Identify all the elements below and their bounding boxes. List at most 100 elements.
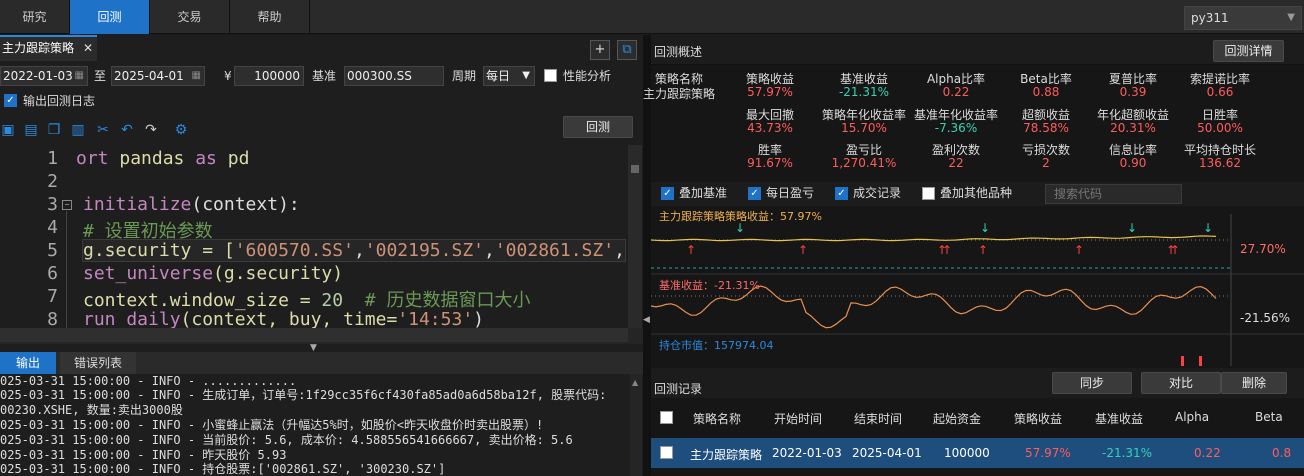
col-header[interactable]: 策略收益 [1014,410,1062,427]
currency-symbol: ¥ [224,69,232,83]
paste-icon[interactable]: ▥ [70,122,86,138]
env-value: py311 [1191,11,1229,25]
capital-input[interactable]: 100000 [234,66,304,86]
frequency-label: 周期 [452,69,477,83]
copy-icon[interactable]: ❐ [46,122,62,138]
metrics-grid: 策略名称 主力跟踪策略 策略收益 57.97% 基准收益 -21.31% Alpha比率… [643,66,1304,182]
metric-value: 22 [948,156,964,170]
code-search-input[interactable]: 搜索代码 [1045,184,1182,204]
overview-title: 回测概述 [654,45,703,59]
code-token: '14:53' [397,309,474,328]
position-bar [1199,356,1202,366]
line-number: 6 [47,263,58,284]
tab-research[interactable]: 研究 [0,0,70,34]
line-number: 4 [47,217,58,238]
save-as-icon[interactable]: ▤ [23,122,39,138]
tab-help[interactable]: 帮助 [230,0,310,34]
metric-value: 1,270.41% [831,156,897,170]
log-line: 025-03-31 15:00:00 - INFO - 当前股价: 5.6, 成… [0,433,573,447]
trade-records-checkbox[interactable]: ✓ [835,187,848,200]
metric-value: 50.00% [1197,121,1243,135]
strategy-name-value: 主力跟踪策略 [642,87,715,101]
code-line-1: ort pandas as pd [76,148,249,169]
frequency-select[interactable]: 每日 ▼ [483,66,535,86]
code-token: '600570.SS' [234,240,354,261]
col-header[interactable]: 起始资金 [933,410,981,427]
line-number: 3 [47,194,58,215]
chart3-title: 持仓市值：157974.04 [659,339,774,352]
tab-output[interactable]: 输出 [0,352,56,374]
redo-icon[interactable]: ↷ [143,122,159,138]
collapse-left-icon[interactable]: ◀ [643,315,650,325]
row-checkbox[interactable] [660,446,673,459]
detail-button[interactable]: 回测详情 [1213,40,1284,62]
buy-marker: ↑ [686,243,696,257]
calendar-icon: ▦ [74,70,84,81]
table-cell: 100000 [944,446,990,460]
code-token: , [353,240,365,261]
sync-button[interactable]: 同步 [1052,372,1132,394]
overlay-other-checkbox[interactable] [922,187,935,200]
env-select[interactable]: py311 ▼ [1184,6,1302,30]
editor-file-tab[interactable]: 主力跟踪策略 ✕ [0,35,97,61]
code-token: initialize [83,194,192,215]
undo-icon[interactable]: ↶ [119,122,135,138]
start-date-input[interactable]: 2022-01-03 ▦ [0,66,88,86]
end-date-input[interactable]: 2025-04-01 ▦ [111,66,205,86]
cut-icon[interactable]: ✂ [95,122,111,138]
run-backtest-button[interactable]: 回测 [563,116,633,138]
tab-error-list[interactable]: 错误列表 [60,352,136,374]
code-token: (context, buy, time= [180,309,398,328]
editor-vertical-scrollbar[interactable] [628,145,642,328]
log-line: 025-03-31 15:00:00 - INFO - 昨天股价 5.93 [0,448,287,462]
code-token: (context): [191,194,300,215]
save-icon[interactable]: ▣ [0,122,16,138]
daily-pnl-checkbox[interactable]: ✓ [748,187,761,200]
metric-value: -7.36% [934,121,978,135]
horizontal-scrollbar[interactable] [0,328,628,342]
delete-button[interactable]: 删除 [1221,372,1287,394]
tab-backtest[interactable]: 回测 [70,0,150,34]
line-number: 7 [47,286,58,307]
code-line-6: set_universe(g.security) [83,263,343,284]
overlay-benchmark-checkbox[interactable]: ✓ [661,187,674,200]
chart1-last-value: 27.70% [1240,242,1286,256]
line-number: 2 [47,171,58,192]
col-header[interactable]: 策略名称 [693,410,741,427]
expand-icon[interactable]: ⧉ [617,40,637,60]
line-number: 5 [47,240,58,261]
date-range-separator: 至 [94,69,107,83]
add-file-button[interactable]: + [590,40,610,60]
buy-marker: ↑ [978,243,988,257]
col-header[interactable]: 基准收益 [1095,410,1143,427]
code-token: # 历史数据窗口大小 [343,290,531,311]
perf-analysis-checkbox[interactable] [544,69,557,82]
code-token: '002861.SZ' [494,240,615,261]
overlay-benchmark-label: 叠加基准 [679,186,728,200]
line-number: 1 [47,148,58,169]
benchmark-input[interactable]: 000300.SS [344,66,444,86]
code-token: '002195.SZ' [364,240,484,261]
chart1-title: 主力跟踪策略策略收益：57.97% [659,210,822,223]
editor-splitter[interactable]: ▼ [0,328,643,353]
log-line: 025-03-31 15:00:00 - INFO - ............… [0,374,297,388]
buy-marker: ↑ [942,243,952,257]
close-icon[interactable]: ✕ [83,37,93,59]
code-token: run_daily [83,309,181,328]
settings-gear-icon[interactable]: ⚙ [173,122,189,138]
daily-pnl-label: 每日盈亏 [766,186,815,200]
col-header[interactable]: 结束时间 [854,410,902,427]
col-header[interactable]: 开始时间 [774,410,822,427]
tab-trade[interactable]: 交易 [150,0,230,34]
col-header[interactable]: Alpha [1175,410,1209,424]
output-log-checkbox[interactable]: ✓ [4,94,17,107]
select-all-checkbox[interactable] [660,411,673,424]
scrollbar-thumb[interactable] [631,165,639,173]
scroll-up-icon[interactable]: ▲ [632,378,638,387]
overlay-other-label: 叠加其他品种 [940,186,1013,200]
fold-toggle-icon[interactable]: − [62,200,72,210]
compare-button[interactable]: 对比 [1141,372,1221,394]
code-editor[interactable]: 1 2 3 4 5 6 7 8 − ort pandas as pd initi… [0,145,628,328]
log-scrollbar[interactable]: ▲ [630,374,642,476]
col-header[interactable]: Beta [1255,410,1283,424]
